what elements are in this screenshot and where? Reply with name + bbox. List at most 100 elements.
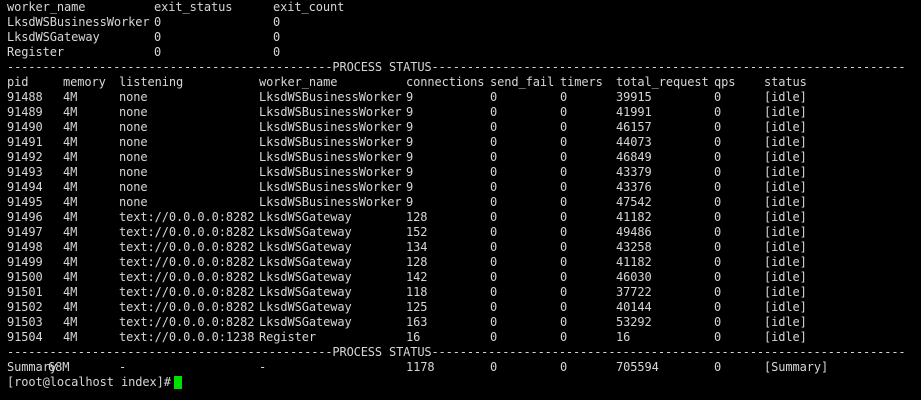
status-cell: [idle] bbox=[764, 180, 807, 194]
listening-cell: text://0.0.0.0:8282 bbox=[119, 300, 255, 314]
qps-cell: 0 bbox=[714, 120, 722, 134]
qps-cell: 0 bbox=[714, 300, 722, 314]
timers-cell: 0 bbox=[560, 315, 568, 329]
pid-cell: 91490 bbox=[7, 120, 43, 134]
listening-cell: none bbox=[119, 150, 148, 164]
send-fail-cell: 0 bbox=[490, 180, 498, 194]
timers-cell: 0 bbox=[560, 165, 568, 179]
timers-cell: 0 bbox=[560, 240, 568, 254]
qps-cell: 0 bbox=[714, 255, 722, 269]
process-table-row: 91496 4M text://0.0.0.0:8282 LksdWSGateway 1… bbox=[0, 210, 921, 225]
timers-cell: 0 bbox=[560, 255, 568, 269]
timers-cell: 0 bbox=[560, 195, 568, 209]
listening-cell: text://0.0.0.0:8282 bbox=[119, 285, 255, 299]
total-request-cell: 41991 bbox=[616, 105, 652, 119]
pid-cell: 91494 bbox=[7, 180, 43, 194]
send-fail-cell: 0 bbox=[490, 225, 498, 239]
connections-cell: 9 bbox=[406, 195, 414, 209]
qps-cell: 0 bbox=[714, 105, 722, 119]
worker-name-cell: worker_name bbox=[259, 75, 338, 89]
qps-cell: 0 bbox=[714, 225, 722, 239]
connections-cell: 163 bbox=[406, 315, 428, 329]
terminal-window[interactable]: worker_name exit_status exit_count LksdWSBu… bbox=[0, 0, 921, 400]
qps-cell: 0 bbox=[714, 135, 722, 149]
connections-cell: 1178 bbox=[406, 360, 435, 374]
memory-cell: 4M bbox=[63, 90, 78, 104]
qps-cell: 0 bbox=[714, 195, 722, 209]
connections-cell: 9 bbox=[406, 90, 414, 104]
status-cell: [idle] bbox=[764, 255, 807, 269]
qps-cell: 0 bbox=[714, 330, 722, 344]
listening-cell: text://0.0.0.0:1238 bbox=[119, 330, 255, 344]
worker-name-cell: LksdWSBusinessWorker bbox=[259, 105, 402, 119]
memory-cell: 4M bbox=[63, 135, 78, 149]
timers-cell: 0 bbox=[560, 135, 568, 149]
worker-name-cell: LksdWSGateway bbox=[259, 255, 352, 269]
worker-name-cell: LksdWSGateway bbox=[259, 225, 352, 239]
send-fail-cell: 0 bbox=[490, 120, 498, 134]
pid-cell: 91495 bbox=[7, 195, 43, 209]
timers-cell: 0 bbox=[560, 285, 568, 299]
process-table-row: 91498 4M text://0.0.0.0:8282 LksdWSGateway 1… bbox=[0, 240, 921, 255]
qps-cell: qps bbox=[714, 75, 736, 89]
worker-name-cell: LksdWSBusinessWorker bbox=[259, 180, 402, 194]
status-cell: [idle] bbox=[764, 300, 807, 314]
listening-cell: none bbox=[119, 105, 148, 119]
send-fail-cell: 0 bbox=[490, 315, 498, 329]
memory-cell: 4M bbox=[63, 240, 78, 254]
total-request-cell: 41182 bbox=[616, 255, 652, 269]
timers-cell: 0 bbox=[560, 270, 568, 284]
process-table-row: 91488 4M none LksdWSBusinessWorker 9 0 0 39915 0… bbox=[0, 90, 921, 105]
worker-table-row: Register 0 0 bbox=[0, 45, 921, 60]
status-cell: [idle] bbox=[764, 315, 807, 329]
send-fail-cell: 0 bbox=[490, 135, 498, 149]
pid-cell: 91491 bbox=[7, 135, 43, 149]
timers-cell: 0 bbox=[560, 120, 568, 134]
total-request-cell: 47542 bbox=[616, 195, 652, 209]
timers-cell: 0 bbox=[560, 210, 568, 224]
process-table-row: 91497 4M text://0.0.0.0:8282 LksdWSGateway 1… bbox=[0, 225, 921, 240]
send-fail-cell: 0 bbox=[490, 210, 498, 224]
total-request-cell: 49486 bbox=[616, 225, 652, 239]
memory-cell: 4M bbox=[63, 225, 78, 239]
pid-cell: 91489 bbox=[7, 105, 43, 119]
total-request-cell: 46849 bbox=[616, 150, 652, 164]
pid-cell: pid bbox=[7, 75, 29, 89]
command-prompt-line[interactable]: [root@localhost index]# bbox=[0, 375, 921, 391]
worker-name-cell: - bbox=[259, 360, 267, 374]
worker-name-cell: worker_name bbox=[7, 0, 86, 14]
send-fail-cell: 0 bbox=[490, 255, 498, 269]
pid-cell: 91492 bbox=[7, 150, 43, 164]
memory-cell: 4M bbox=[63, 330, 78, 344]
memory-cell: 68M bbox=[48, 360, 70, 374]
worker-name-cell: LksdWSBusinessWorker bbox=[259, 150, 402, 164]
status-cell: [idle] bbox=[764, 240, 807, 254]
listening-cell: text://0.0.0.0:8282 bbox=[119, 315, 255, 329]
status-cell: [idle] bbox=[764, 90, 807, 104]
worker-name-cell: LksdWSBusinessWorker bbox=[259, 120, 402, 134]
worker-name-cell: LksdWSGateway bbox=[259, 210, 352, 224]
total-request-cell: total_request bbox=[616, 75, 709, 89]
status-cell: [idle] bbox=[764, 285, 807, 299]
pid-cell: 91504 bbox=[7, 330, 43, 344]
status-cell: [idle] bbox=[764, 135, 807, 149]
status-cell: [idle] bbox=[764, 270, 807, 284]
listening-cell: text://0.0.0.0:8282 bbox=[119, 255, 255, 269]
memory-cell: 4M bbox=[63, 270, 78, 284]
total-request-cell: 705594 bbox=[616, 360, 659, 374]
pid-cell: 91499 bbox=[7, 255, 43, 269]
pid-cell: 91500 bbox=[7, 270, 43, 284]
total-request-cell: 39915 bbox=[616, 90, 652, 104]
total-request-cell: 46030 bbox=[616, 270, 652, 284]
listening-cell: text://0.0.0.0:8282 bbox=[119, 225, 255, 239]
timers-cell: 0 bbox=[560, 225, 568, 239]
memory-cell: 4M bbox=[63, 255, 78, 269]
pid-cell: 91488 bbox=[7, 90, 43, 104]
connections-cell: 9 bbox=[406, 180, 414, 194]
send-fail-cell: 0 bbox=[490, 90, 498, 104]
total-request-cell: 16 bbox=[616, 330, 631, 344]
exit-status-cell: 0 bbox=[154, 30, 162, 44]
worker-table-header: worker_name exit_status exit_count bbox=[0, 0, 921, 15]
listening-cell: none bbox=[119, 195, 148, 209]
total-request-cell: 46157 bbox=[616, 120, 652, 134]
